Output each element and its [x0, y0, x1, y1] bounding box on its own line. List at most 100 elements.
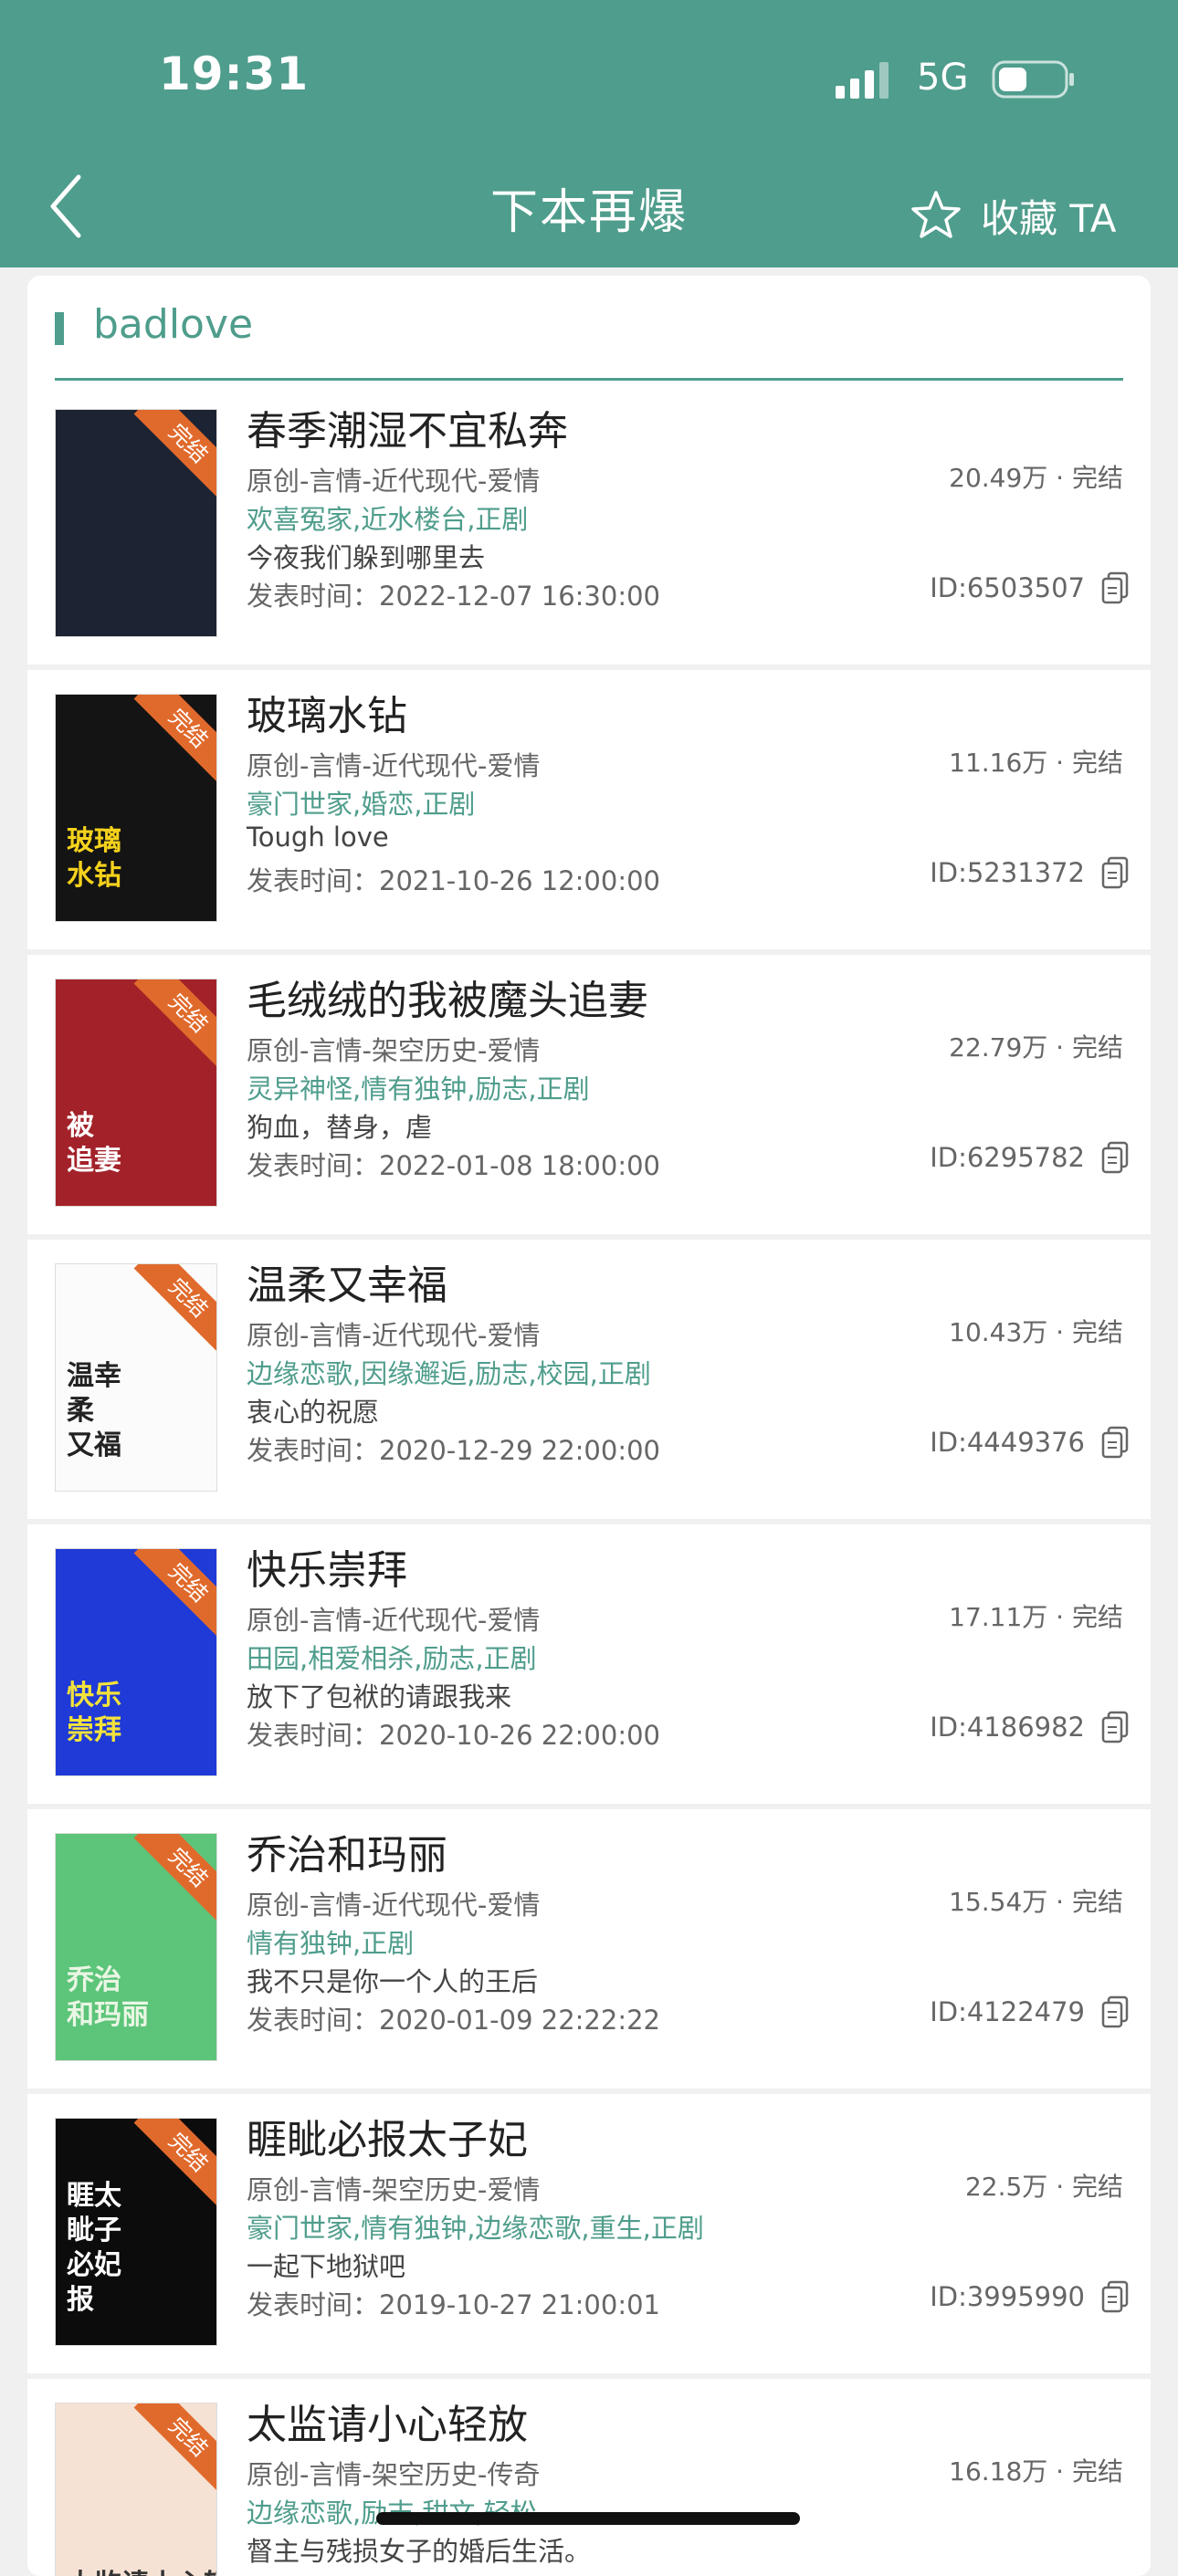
section-bar: [55, 312, 64, 345]
book-id: ID:3995990: [930, 2280, 1129, 2313]
copy-icon[interactable]: [1101, 1141, 1129, 1174]
word-count-status: 11.16万 · 完结: [949, 748, 1123, 778]
book-title[interactable]: 玻璃水钻: [247, 683, 407, 741]
book-cover[interactable]: 完结: [55, 409, 217, 637]
book-cover[interactable]: 太监请小心轻放 完结: [55, 2403, 217, 2576]
book-tags: 情有独钟,正剧: [247, 1928, 415, 1959]
book-description: 衷心的祝愿: [247, 1397, 380, 1428]
section-title: badlove: [93, 301, 254, 348]
status-time: 19:31: [159, 47, 310, 100]
book-description: 放下了包袱的请跟我来: [247, 1681, 512, 1712]
cover-title: 快乐 崇拜: [67, 1680, 121, 1746]
book-row[interactable]: 完结 春季潮湿不宜私奔 原创-言情-近代现代-爱情 欢喜冤家,近水楼台,正剧 今…: [27, 385, 1151, 670]
book-id: ID:6295782: [930, 1141, 1129, 1174]
book-id-text: ID:3995990: [930, 2281, 1085, 2312]
book-id: ID:5231372: [930, 856, 1129, 889]
book-tags: 豪门世家,情有独钟,边缘恋歌,重生,正剧: [247, 2213, 704, 2244]
book-description: 狗血，替身，虐: [247, 1112, 433, 1143]
completed-badge: 完结: [133, 2119, 216, 2207]
book-tags: 欢喜冤家,近水楼台,正剧: [247, 504, 529, 535]
book-id: ID:6503507: [930, 571, 1129, 604]
book-id: ID:4186982: [930, 1711, 1129, 1744]
book-id-text: ID:4186982: [930, 1712, 1085, 1743]
publish-date: 发表时间：2021-10-26 12:00:00: [247, 865, 660, 896]
copy-icon[interactable]: [1101, 2280, 1129, 2313]
book-category: 原创-言情-架空历史-传奇: [247, 2459, 541, 2490]
book-row[interactable]: 玻璃 水钻 完结 玻璃水钻 原创-言情-近代现代-爱情 豪门世家,婚恋,正剧 T…: [27, 670, 1151, 955]
copy-icon[interactable]: [1101, 1995, 1129, 2028]
cover-title: 被 追妻: [67, 1110, 121, 1177]
copy-icon[interactable]: [1101, 1426, 1129, 1459]
book-row[interactable]: 快乐 崇拜 完结 快乐崇拜 原创-言情-近代现代-爱情 田园,相爱相杀,励志,正…: [27, 1524, 1151, 1809]
copy-icon[interactable]: [1101, 571, 1129, 604]
book-description: 我不只是你一个人的王后: [247, 1966, 539, 1997]
book-cover[interactable]: 温幸 柔 又福 完结: [55, 1263, 217, 1492]
cover-title: 温幸 柔 又福: [67, 1360, 121, 1461]
word-count-status: 22.79万 · 完结: [949, 1032, 1123, 1063]
completed-badge: 完结: [133, 1549, 216, 1638]
book-list-card: badlove 完结 春季潮湿不宜私奔 原创-言情-近代现代-爱情 欢喜冤家,近…: [27, 276, 1151, 2576]
book-id-text: ID:4122479: [930, 1996, 1085, 2027]
book-title[interactable]: 毛绒绒的我被魔头追妻: [247, 968, 648, 1026]
book-id-text: ID:6503507: [930, 572, 1085, 603]
home-indicator[interactable]: [376, 2512, 800, 2525]
book-category: 原创-言情-架空历史-爱情: [247, 2174, 541, 2205]
publish-date: 发表时间：2020-10-26 22:00:00: [247, 1720, 660, 1751]
book-title[interactable]: 乔治和玛丽: [247, 1822, 447, 1880]
book-list: 完结 春季潮湿不宜私奔 原创-言情-近代现代-爱情 欢喜冤家,近水楼台,正剧 今…: [27, 385, 1151, 2576]
book-category: 原创-言情-近代现代-爱情: [247, 1320, 541, 1351]
book-category: 原创-言情-近代现代-爱情: [247, 1890, 541, 1921]
completed-badge: 完结: [133, 2403, 216, 2492]
book-tags: 豪门世家,婚恋,正剧: [247, 789, 476, 820]
header: 19:31 5G 下本再爆 收藏 TA: [0, 0, 1178, 267]
word-count-status: 20.49万 · 完结: [949, 463, 1123, 493]
book-description: 今夜我们躲到哪里去: [247, 542, 486, 573]
cover-title: 睚太 眦子 必妃 报: [67, 2180, 121, 2316]
publish-date: 发表时间：2022-12-07 16:30:00: [247, 581, 660, 612]
book-row[interactable]: 乔治 和玛丽 完结 乔治和玛丽 原创-言情-近代现代-爱情 情有独钟,正剧 我不…: [27, 1809, 1151, 2094]
book-title[interactable]: 春季潮湿不宜私奔: [247, 398, 568, 456]
book-row[interactable]: 温幸 柔 又福 完结 温柔又幸福 原创-言情-近代现代-爱情 边缘恋歌,因缘邂逅…: [27, 1240, 1151, 1524]
network-type: 5G: [917, 57, 969, 99]
completed-badge: 完结: [133, 979, 216, 1068]
word-count-status: 10.43万 · 完结: [949, 1317, 1123, 1347]
book-id-text: ID:6295782: [930, 1142, 1085, 1173]
book-description: 督主与残损女子的婚后生活。: [247, 2536, 592, 2567]
book-cover[interactable]: 玻璃 水钻 完结: [55, 694, 217, 922]
completed-badge: 完结: [133, 1264, 216, 1353]
book-title[interactable]: 太监请小心轻放: [247, 2392, 528, 2450]
word-count-status: 16.18万 · 完结: [949, 2456, 1123, 2487]
publish-date: 发表时间：2022-01-08 18:00:00: [247, 1150, 660, 1181]
cover-title: 乔治 和玛丽: [67, 1964, 149, 2031]
book-tags: 边缘恋歌,因缘邂逅,励志,校园,正剧: [247, 1358, 651, 1389]
book-cover[interactable]: 被 追妻 完结: [55, 979, 217, 1207]
copy-icon[interactable]: [1101, 1711, 1129, 1744]
favorite-button[interactable]: 收藏 TA: [910, 186, 1116, 245]
word-count-status: 17.11万 · 完结: [949, 1602, 1123, 1632]
book-title[interactable]: 睚眦必报太子妃: [247, 2107, 528, 2165]
book-cover[interactable]: 快乐 崇拜 完结: [55, 1548, 217, 1776]
book-cover[interactable]: 睚太 眦子 必妃 报 完结: [55, 2118, 217, 2346]
book-tags: 田园,相爱相杀,励志,正剧: [247, 1643, 537, 1674]
publish-date: 发表时间：2019-10-27 21:00:01: [247, 2289, 660, 2320]
publish-date: 发表时间：2020-01-09 22:22:22: [247, 2005, 660, 2036]
signal-icon: [836, 62, 889, 99]
book-category: 原创-言情-架空历史-爱情: [247, 1035, 541, 1066]
completed-badge: 完结: [133, 695, 216, 783]
book-title[interactable]: 温柔又幸福: [247, 1252, 447, 1311]
book-category: 原创-言情-近代现代-爱情: [247, 466, 541, 497]
cover-title: 玻璃 水钻: [67, 825, 121, 892]
favorite-label: 收藏 TA: [981, 195, 1117, 241]
book-cover[interactable]: 乔治 和玛丽 完结: [55, 1833, 217, 2061]
battery-icon: [992, 60, 1074, 99]
book-row[interactable]: 被 追妻 完结 毛绒绒的我被魔头追妻 原创-言情-架空历史-爱情 灵异神怪,情有…: [27, 955, 1151, 1240]
book-title[interactable]: 快乐崇拜: [247, 1537, 407, 1596]
book-id-text: ID:5231372: [930, 857, 1085, 888]
book-row[interactable]: 睚太 眦子 必妃 报 完结 睚眦必报太子妃 原创-言情-架空历史-爱情 豪门世家…: [27, 2094, 1151, 2379]
book-row[interactable]: 太监请小心轻放 完结 太监请小心轻放 原创-言情-架空历史-传奇 边缘恋歌,励志…: [27, 2379, 1151, 2576]
copy-icon[interactable]: [1101, 856, 1129, 889]
book-description: Tough love: [247, 822, 389, 853]
word-count-status: 15.54万 · 完结: [949, 1887, 1123, 1917]
book-category: 原创-言情-近代现代-爱情: [247, 1605, 541, 1636]
cover-title: 太监请小心轻放: [67, 2568, 216, 2576]
